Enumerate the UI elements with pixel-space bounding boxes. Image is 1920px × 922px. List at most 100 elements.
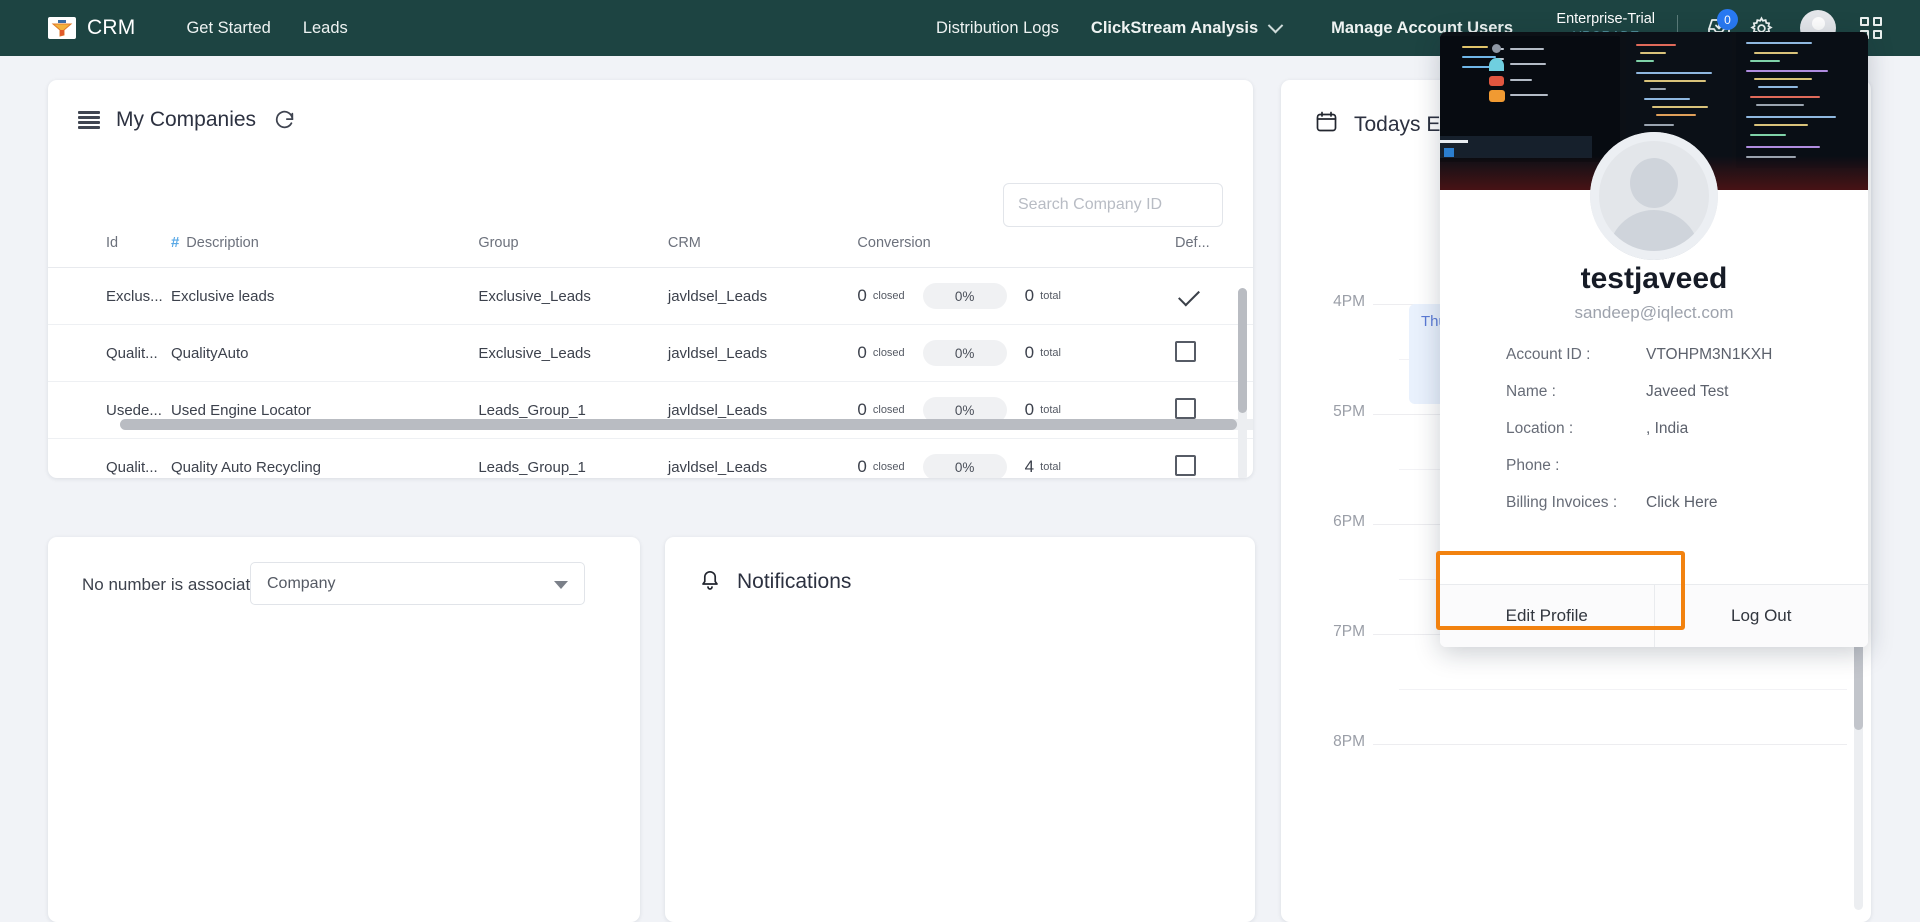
my-companies-card: My Companies Id # Description [48, 80, 1253, 478]
profile-username: testjaveed [1580, 262, 1728, 295]
edit-profile-button[interactable]: Edit Profile [1440, 585, 1654, 647]
calendar-gridline-half [1399, 689, 1847, 690]
cell-id: Qualit... [48, 324, 171, 382]
table-horizontal-scroll-thumb[interactable] [120, 419, 1237, 430]
total-count: 4 [1024, 457, 1035, 477]
cell-description: Quality Auto Recycling [170, 438, 479, 478]
cell-description: Exclusive leads [170, 267, 479, 325]
profile-detail-row: Location : , India [1506, 415, 1868, 443]
calendar-time-label: 8PM [1333, 733, 1365, 750]
profile-detail-label: Name : [1506, 383, 1556, 400]
total-label: total [1040, 290, 1061, 302]
bell-icon [699, 567, 721, 596]
calendar-time-label: 6PM [1333, 513, 1365, 530]
notifications-title: Notifications [737, 569, 852, 593]
notifications-card: Notifications [665, 537, 1255, 922]
notifications-filter-value: Company [267, 574, 336, 592]
nav-clickstream-analysis-label: ClickStream Analysis [1090, 18, 1259, 37]
total-label: total [1040, 461, 1061, 474]
check-icon [1178, 284, 1200, 306]
profile-detail-label: Billing Invoices : [1506, 494, 1618, 511]
billing-invoices-link[interactable]: Click Here [1646, 494, 1717, 512]
nav-distribution-logs[interactable]: Distribution Logs [920, 19, 1075, 38]
my-companies-header: My Companies [48, 80, 1253, 132]
closed-count: 0 [857, 286, 867, 305]
default-checkbox[interactable] [1175, 397, 1197, 419]
my-companies-title: My Companies [116, 108, 257, 131]
profile-dropdown-panel: testjaveed sandeep@iqlect.com Account ID… [1440, 32, 1868, 647]
default-checkbox[interactable] [1175, 340, 1197, 362]
total-count: 0 [1024, 343, 1035, 362]
navbar-center-group: Distribution Logs ClickStream Analysis M… [920, 0, 1529, 56]
cell-crm: javldsel_Leads [667, 267, 858, 325]
profile-detail-label: Account ID : [1506, 346, 1591, 363]
funnel-logo-icon[interactable] [48, 17, 76, 39]
nav-get-started[interactable]: Get Started [170, 19, 286, 38]
cell-conversion: 0 closed 0% 0 total [857, 267, 1176, 325]
cell-crm: javldsel_Leads [667, 438, 858, 478]
apps-grid-cell [1873, 30, 1882, 39]
refresh-icon[interactable] [274, 109, 296, 131]
avatar-head [1811, 17, 1825, 30]
cell-group: Exclusive_Leads [478, 267, 668, 325]
column-header-id[interactable]: Id [48, 220, 171, 268]
profile-detail-row: Phone : [1506, 452, 1868, 480]
column-header-group[interactable]: Group [478, 220, 668, 268]
calendar-gridline [1373, 744, 1847, 745]
profile-detail-value: Javeed Test [1646, 383, 1729, 400]
total-label: total [1040, 347, 1061, 359]
closed-label: closed [872, 347, 905, 359]
notifications-filter-select[interactable]: Company [250, 562, 585, 605]
profile-detail-value: , India [1646, 420, 1689, 437]
nav-clickstream-analysis[interactable]: ClickStream Analysis [1075, 17, 1297, 38]
list-lines-icon [78, 111, 100, 129]
column-header-conversion[interactable]: Conversion [857, 220, 1175, 268]
closed-label: closed [872, 461, 905, 474]
default-checkbox[interactable] [1175, 454, 1197, 476]
conversion-progress-bar: 0% [922, 454, 1007, 478]
log-out-button[interactable]: Log Out [1653, 585, 1869, 647]
table-header-row: Id # Description Group CRM Conversion Def… [48, 220, 1253, 268]
closed-count: 0 [857, 400, 867, 419]
profile-avatar [1590, 132, 1718, 260]
closed-count: 0 [857, 457, 867, 477]
calendar-time-label: 5PM [1333, 403, 1365, 420]
column-header-description-label: Description [186, 235, 259, 251]
search-input[interactable] [1018, 196, 1208, 214]
navbar-left-group: CRM Get Started Leads [0, 16, 364, 40]
profile-email: sandeep@iqlect.com [1574, 303, 1734, 322]
nav-leads[interactable]: Leads [287, 19, 364, 38]
cell-conversion: 0 closed 0% 0 total [857, 324, 1176, 382]
closed-label: closed [872, 290, 905, 302]
notifications-header: Notifications [665, 537, 1255, 596]
cell-description: QualityAuto [170, 324, 479, 382]
cell-group: Leads_Group_1 [478, 438, 668, 478]
brand-name[interactable]: CRM [87, 16, 135, 40]
conversion-progress-bar: 0% [922, 340, 1007, 366]
chevron-down-icon [1267, 17, 1284, 33]
cell-id: Exclus... [48, 267, 171, 325]
table-vertical-scroll-thumb[interactable] [1238, 288, 1247, 413]
table-vertical-scrollbar[interactable] [1238, 288, 1247, 478]
profile-detail-label: Location : [1506, 420, 1574, 437]
total-count: 0 [1024, 286, 1035, 305]
table-row[interactable]: Qualit... QualityAuto Exclusive_Leads ja… [48, 324, 1253, 382]
table-row[interactable]: Exclus... Exclusive leads Exclusive_Lead… [48, 267, 1253, 325]
column-header-description[interactable]: # Description [171, 220, 478, 268]
table-horizontal-scrollbar[interactable] [120, 419, 1253, 430]
column-header-crm[interactable]: CRM [668, 220, 858, 268]
cell-group: Exclusive_Leads [478, 324, 668, 382]
inbox-badge-count: 0 [1717, 9, 1738, 30]
conversion-progress-bar: 0% [922, 283, 1007, 309]
table-row[interactable]: Qualit... Quality Auto Recycling Leads_G… [48, 438, 1253, 478]
closed-count: 0 [857, 343, 867, 362]
calendar-time-label: 7PM [1333, 623, 1365, 640]
closed-label: closed [872, 404, 905, 416]
companies-table-wrap: Id # Description Group CRM Conversion Def… [48, 220, 1253, 478]
total-label: total [1040, 404, 1061, 416]
apps-grid-cell [1860, 17, 1869, 26]
column-header-default[interactable]: Def... [1175, 220, 1253, 268]
profile-detail-value: VTOHPM3N1KXH [1646, 346, 1773, 363]
profile-detail-row: Name : Javeed Test [1506, 378, 1868, 406]
profile-details-list: Account ID : VTOHPM3N1KXH Name : Javeed … [1440, 341, 1868, 517]
